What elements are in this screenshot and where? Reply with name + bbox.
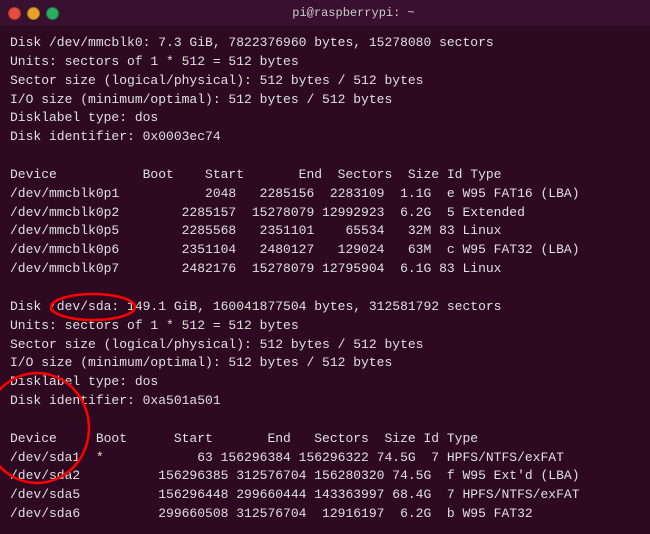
terminal-wrapper: Disk /dev/mmcblk0: 7.3 GiB, 7822376960 b… — [0, 26, 650, 534]
minimize-button[interactable] — [27, 7, 40, 20]
window: pi@raspberrypi: ~ Disk /dev/mmcblk0: 7.3… — [0, 0, 650, 534]
terminal[interactable]: Disk /dev/mmcblk0: 7.3 GiB, 7822376960 b… — [0, 26, 650, 534]
close-button[interactable] — [8, 7, 21, 20]
window-title: pi@raspberrypi: ~ — [65, 6, 642, 20]
titlebar: pi@raspberrypi: ~ — [0, 0, 650, 26]
maximize-button[interactable] — [46, 7, 59, 20]
terminal-content: Disk /dev/mmcblk0: 7.3 GiB, 7822376960 b… — [10, 34, 640, 534]
